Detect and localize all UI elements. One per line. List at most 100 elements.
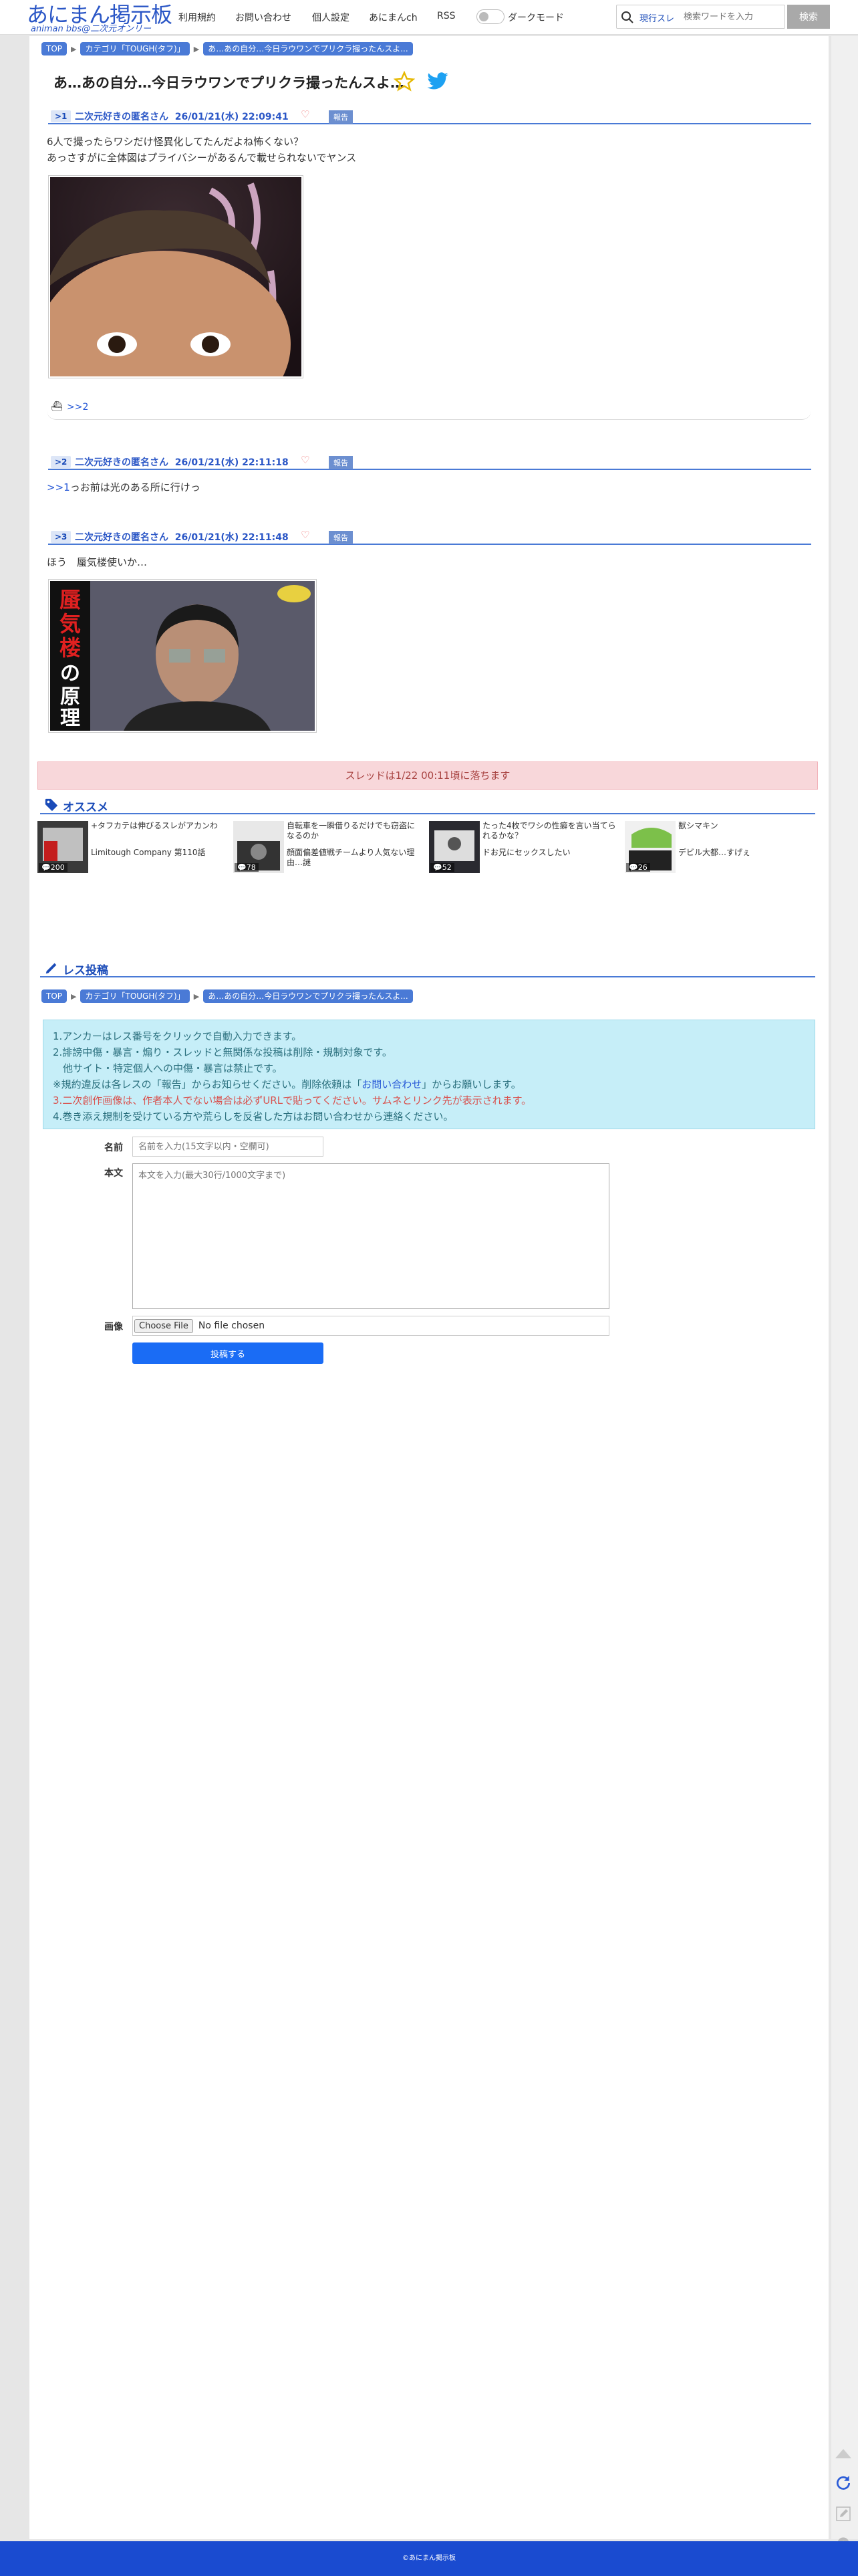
count-value: 26 xyxy=(637,863,648,872)
post-text: ほう 蜃気楼使いか… xyxy=(47,556,148,568)
post-number[interactable]: >2 xyxy=(51,456,72,468)
post-header: >2 二次元好きの匿名さん 26/01/21(水) 22:11:18 ♡ 報告 xyxy=(48,454,811,470)
choose-file-button[interactable]: Choose File xyxy=(134,1318,193,1333)
page-sidebar-gutter xyxy=(831,36,858,2539)
rule-text: 」からお願いします。 xyxy=(422,1078,521,1090)
post-body: ほう 蜃気楼使いか… xyxy=(47,554,147,570)
heart-icon[interactable]: ♡ xyxy=(301,108,309,120)
nav-terms[interactable]: 利用規約 xyxy=(178,11,216,24)
recommend-thumbnail: 💬52 xyxy=(429,821,480,873)
search-button[interactable]: 検索 xyxy=(787,5,830,29)
nav-animanch[interactable]: あにまんch xyxy=(369,11,418,24)
contact-link[interactable]: お問い合わせ xyxy=(362,1078,422,1090)
breadcrumb-category[interactable]: カテゴリ「TOUGH(タフ)」 xyxy=(80,42,190,55)
breadcrumb-category[interactable]: カテゴリ「TOUGH(タフ)」 xyxy=(80,989,190,1003)
heart-icon[interactable]: ♡ xyxy=(301,454,309,466)
anchor-link[interactable]: >>1 xyxy=(47,481,70,493)
rule-line: 1.アンカーはレス番号をクリックで自動入力できます。 xyxy=(53,1030,302,1042)
toggle-knob xyxy=(479,12,488,21)
breadcrumb-top[interactable]: TOP xyxy=(41,42,67,55)
comment-count: 💬52 xyxy=(430,863,454,872)
recommend-title-2: 顔面偏差値戦チームより人気ない理由…謎 xyxy=(287,848,415,867)
recommend-item[interactable]: 💬200 +タフカテは伸びるスレがアカンわ Limitough Company … xyxy=(37,821,225,880)
recommend-item[interactable]: 💬26 獣シマキン デビル大都…すげぇ xyxy=(625,821,812,880)
search-icon xyxy=(621,11,633,23)
recommend-title: 獣シマキン xyxy=(678,821,718,830)
breadcrumb-bottom: TOP ▶ カテゴリ「TOUGH(タフ)」 ▶ あ…あの自分…今日ラウワンでプリ… xyxy=(41,989,413,1003)
reply-link[interactable]: >>2 xyxy=(67,402,88,413)
recommend-thumbnail: 💬200 xyxy=(37,821,88,873)
star-icon[interactable] xyxy=(394,71,415,92)
caption-red: 蜃気楼 xyxy=(59,587,81,661)
chevron-right-icon: ▶ xyxy=(193,44,200,53)
post-date: 26/01/21(水) 22:11:18 xyxy=(174,457,289,468)
breadcrumb-top[interactable]: TOP xyxy=(41,989,67,1003)
rule-line: 4.巻き添え規制を受けている方や荒らしを反省した方はお問い合わせから連絡ください… xyxy=(53,1110,454,1123)
post-line: 6人で撮ったらワシだけ怪異化してたんだよね怖くない？ xyxy=(47,136,304,148)
submit-button[interactable]: 投稿する xyxy=(132,1342,323,1364)
count-value: 200 xyxy=(50,863,65,872)
caption-white-2: 原理 xyxy=(60,685,80,730)
rule-line: 2.誹謗中傷・暴言・煽り・スレッドと無関係な投稿は削除・規制対象です。 xyxy=(53,1046,392,1058)
post-image[interactable]: 蜃気楼 の 原理 xyxy=(48,579,317,733)
refresh-icon xyxy=(837,2476,851,2490)
name-field[interactable] xyxy=(132,1137,323,1157)
breadcrumb-thread[interactable]: あ…あの自分…今日ラウワンでプリクラ撮ったんスよ... xyxy=(203,989,413,1003)
recommend-title-2: Limitough Company 第110話 xyxy=(91,848,206,857)
post-author: 二次元好きの匿名さん 26/01/21(水) 22:11:48 xyxy=(75,530,289,544)
replies-bar: ⛴ >>2 xyxy=(47,396,811,420)
reply-fish-icon: ⛴ xyxy=(51,401,63,412)
search-scope[interactable]: 現行スレ xyxy=(639,11,674,24)
post-header: >1 二次元好きの匿名さん 26/01/21(水) 22:09:41 ♡ 報告 xyxy=(48,108,811,124)
heart-icon[interactable]: ♡ xyxy=(301,529,309,541)
breadcrumb: TOP ▶ カテゴリ「TOUGH(タフ)」 ▶ あ…あの自分…今日ラウワンでプリ… xyxy=(41,42,413,55)
recommend-thumbnail: 💬78 xyxy=(233,821,284,873)
post-number[interactable]: >3 xyxy=(51,531,72,543)
chevron-right-icon: ▶ xyxy=(71,991,77,1001)
triangle-up-icon xyxy=(835,2449,851,2458)
name-label: 名前 xyxy=(104,1143,123,1153)
post-author: 二次元好きの匿名さん 26/01/21(水) 22:09:41 xyxy=(75,110,289,123)
nav-contact[interactable]: お問い合わせ xyxy=(235,11,291,24)
post-image[interactable] xyxy=(37,175,303,438)
channel-logo xyxy=(277,585,311,602)
reply-form-header: レス投稿 xyxy=(40,960,815,977)
rule-line: ※規約違反は各レスの「報告」からお知らせください。削除依頼は「お問い合わせ」から… xyxy=(53,1076,805,1092)
site-footer: ©あにまん掲示板 xyxy=(0,2541,858,2576)
write-button[interactable] xyxy=(831,2502,855,2526)
pencil-icon xyxy=(45,963,57,974)
thread-drop-notice: スレッドは1/22 00:11頃に落ちます xyxy=(37,762,818,790)
file-input[interactable]: Choose File No file chosen xyxy=(132,1316,609,1336)
site-logo[interactable]: あにまん掲示板 animan bbs@二次元オンリー xyxy=(27,0,172,34)
breadcrumb-thread[interactable]: あ…あの自分…今日ラウワンでプリクラ撮ったんスよ... xyxy=(203,42,413,55)
twitter-icon[interactable] xyxy=(426,72,449,92)
edit-icon xyxy=(836,2506,851,2521)
post-number[interactable]: >1 xyxy=(51,110,72,122)
image-label: 画像 xyxy=(104,1322,123,1332)
nav-rss[interactable]: RSS xyxy=(437,11,456,21)
report-button[interactable]: 報告 xyxy=(329,456,353,469)
file-status: No file chosen xyxy=(198,1320,265,1331)
nav-settings[interactable]: 個人設定 xyxy=(312,11,349,24)
post-body: >>1っお前は光のある所に行けっ xyxy=(47,479,200,495)
recommend-thumbnail: 💬26 xyxy=(625,821,676,873)
chevron-right-icon: ▶ xyxy=(193,991,200,1001)
search-input[interactable] xyxy=(684,9,784,24)
logo-subtitle: animan bbs@二次元オンリー xyxy=(31,24,152,34)
reload-button[interactable] xyxy=(831,2471,855,2495)
body-textarea[interactable] xyxy=(132,1163,609,1309)
recommend-title-2: デビル大都…すげぇ xyxy=(678,848,751,857)
dark-mode-toggle[interactable] xyxy=(476,9,505,24)
report-button[interactable]: 報告 xyxy=(329,110,353,124)
post-date: 26/01/21(水) 22:09:41 xyxy=(174,112,289,122)
scroll-top-button[interactable] xyxy=(831,2442,855,2466)
reply-form-title: レス投稿 xyxy=(63,964,108,977)
post-date: 26/01/21(水) 22:11:48 xyxy=(174,532,289,543)
rule-line: 3.二次創作画像は、作者本人でない場合は必ずURLで貼ってください。サムネとリン… xyxy=(53,1094,532,1106)
recommend-title: +タフカテは伸びるスレがアカンわ xyxy=(91,821,219,830)
recommend-item[interactable]: 💬78 自転車を一瞬借りるだけでも窃盗になるのか 顔面偏差値戦チームより人気ない… xyxy=(233,821,420,880)
report-button[interactable]: 報告 xyxy=(329,531,353,544)
recommend-item[interactable]: 💬52 たった4枚でワシの性癖を言い当てられるかな？ ドお兄にセックスしたい xyxy=(429,821,616,880)
rule-text: ※規約違反は各レスの「報告」からお知らせください。削除依頼は「 xyxy=(53,1078,362,1090)
dark-mode-label: ダークモード xyxy=(508,13,564,23)
